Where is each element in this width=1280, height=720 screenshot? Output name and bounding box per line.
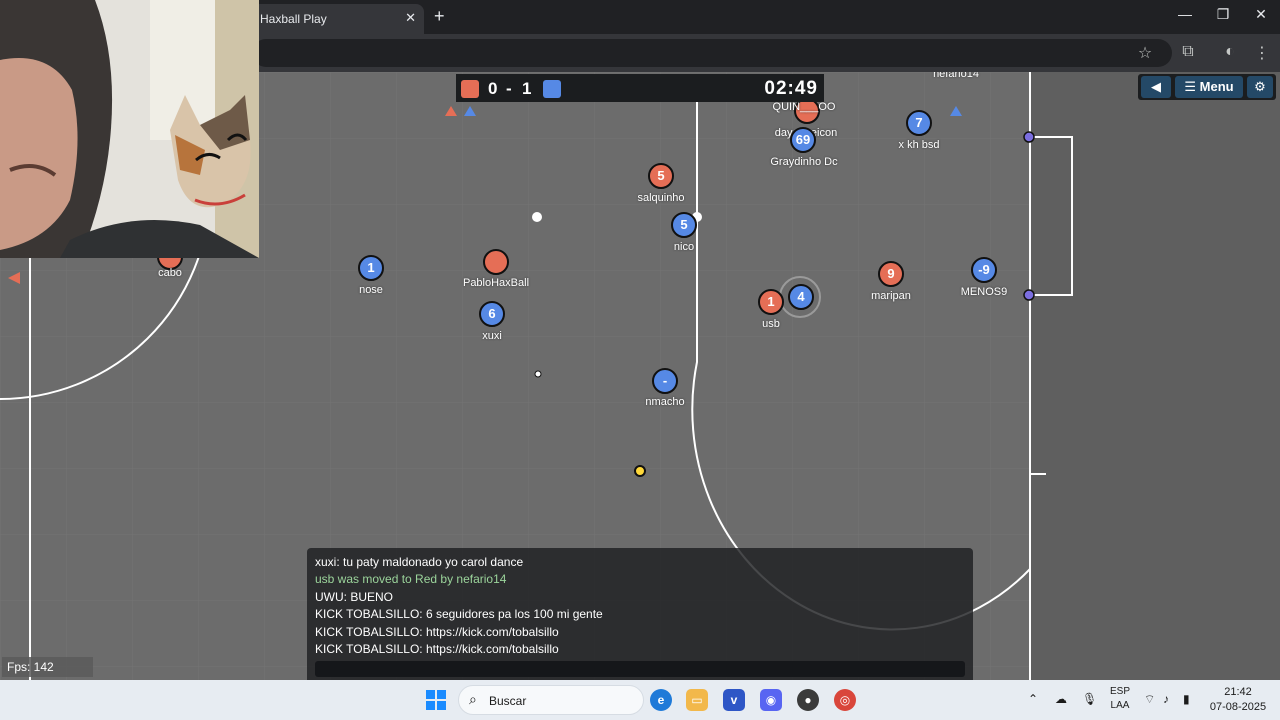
red-team-swatch xyxy=(461,80,479,98)
settings-icon[interactable]: ⚙ xyxy=(1247,76,1273,98)
edge-icon[interactable]: e xyxy=(650,689,672,711)
address-bar[interactable] xyxy=(252,39,1172,67)
clock-date[interactable]: 07-08-2025 xyxy=(1206,701,1270,713)
chat-message: KICK TOBALSILLO: https://kick.com/tobals… xyxy=(315,625,559,639)
chat-message: xuxi: tu paty maldonado yo carol dance xyxy=(315,555,524,569)
keyboard-layout[interactable]: LAA xyxy=(1108,700,1132,711)
player-name: x kh bsd xyxy=(898,139,940,151)
game-menu-bar: ◀ ☰ Menu ⚙ xyxy=(1138,74,1276,100)
player-name: PabloHaxBall xyxy=(462,277,530,289)
obs-icon[interactable]: ● xyxy=(797,689,819,711)
scoreboard: 0 - 1 02:49 xyxy=(456,74,824,102)
disc-white xyxy=(532,212,542,222)
chat-input[interactable] xyxy=(315,661,965,677)
minimize-button[interactable]: — xyxy=(1170,6,1200,22)
chat-panel: xuxi: tu paty maldonado yo carol dance u… xyxy=(307,548,973,680)
os-taskbar: ⌕ Buscar e ▭ v ◉ ● ◎ ⌃ ☁ 🎙 ESP LAA ⌔ ♪ ▮… xyxy=(0,680,1280,720)
battery-icon[interactable]: ▮ xyxy=(1183,692,1190,706)
score-separator: - xyxy=(506,79,512,98)
player-name: cabo xyxy=(158,267,182,279)
new-tab-button[interactable]: + xyxy=(434,6,445,27)
file-explorer-icon[interactable]: ▭ xyxy=(686,689,708,711)
tab-haxball[interactable]: Haxball Play ✕ xyxy=(252,4,424,34)
player-name: nefario14 xyxy=(933,72,979,80)
player-disc: 7 xyxy=(906,110,932,136)
player-disc: 1 xyxy=(358,255,384,281)
cloud-offline-icon[interactable]: ☁ xyxy=(1055,692,1067,706)
goal-post-top xyxy=(1023,131,1035,143)
language-indicator[interactable]: ESP xyxy=(1108,686,1132,697)
volume-icon[interactable]: ♪ xyxy=(1163,692,1169,706)
webcam-feed-image xyxy=(0,0,259,258)
bookmark-star-icon[interactable]: ☆ xyxy=(1135,43,1155,63)
chrome-icon[interactable]: ◎ xyxy=(834,689,856,711)
player-disc: 9 xyxy=(878,261,904,287)
back-icon[interactable]: ◀ xyxy=(1141,76,1171,98)
discord-icon[interactable]: ◉ xyxy=(760,689,782,711)
player-disc xyxy=(483,249,509,275)
player-name: Graydinho Dc xyxy=(770,156,838,168)
microphone-icon[interactable]: 🎙 xyxy=(1082,692,1097,706)
player-disc: -9 xyxy=(971,257,997,283)
fps-counter: Fps: 142 xyxy=(2,657,93,677)
tab-title: Haxball Play xyxy=(260,12,327,26)
show-hidden-icons-icon[interactable]: ⌃ xyxy=(1028,692,1038,706)
search-icon: ⌕ xyxy=(469,691,477,707)
disc-small xyxy=(534,370,542,378)
vivaldi-icon[interactable]: v xyxy=(723,689,745,711)
player-disc: 5 xyxy=(648,163,674,189)
ball xyxy=(634,465,646,477)
close-window-button[interactable]: ✕ xyxy=(1246,6,1276,23)
windows-start-icon[interactable] xyxy=(426,690,446,710)
chat-message: UWU: BUENO xyxy=(315,590,393,604)
player-disc: 69 xyxy=(790,127,816,153)
match-timer: 02:49 xyxy=(764,78,818,99)
tab-close-icon[interactable]: ✕ xyxy=(405,10,416,26)
more-menu-icon[interactable]: ⋮ xyxy=(1252,43,1272,63)
player-name: xuxi xyxy=(482,330,502,342)
score-red: 0 xyxy=(488,79,498,98)
player-name: salquinho xyxy=(637,192,685,204)
player-name: usb xyxy=(762,318,780,330)
player-disc: 4 xyxy=(788,284,814,310)
player-disc: - xyxy=(652,368,678,394)
player-name: MENOS9 xyxy=(960,286,1008,298)
chat-message: KICK TOBALSILLO: 6 seguidores pa los 100… xyxy=(315,607,603,621)
player-disc: 1 xyxy=(758,289,784,315)
player-name: nose xyxy=(359,284,383,296)
chat-message: KICK TOBALSILLO: https://kick.com/tobals… xyxy=(315,642,559,656)
wifi-icon[interactable]: ⌔ xyxy=(1144,692,1155,707)
chat-announcement: usb was moved to Red by nefario14 xyxy=(315,572,507,586)
player-name: nico xyxy=(673,241,695,253)
clock-time[interactable]: 21:42 xyxy=(1206,686,1270,698)
player-disc: 6 xyxy=(479,301,505,327)
taskbar-search[interactable]: ⌕ Buscar xyxy=(458,685,644,715)
player-name: maripan xyxy=(871,290,911,302)
profile-icon[interactable]: ◐ xyxy=(1220,43,1240,61)
player-name: QUIN___OO xyxy=(772,101,836,113)
score-blue: 1 xyxy=(522,79,532,98)
webcam-overlay xyxy=(0,0,259,258)
menu-button[interactable]: ☰ Menu xyxy=(1175,76,1243,98)
search-label: Buscar xyxy=(489,694,527,708)
goal-post-bottom xyxy=(1023,289,1035,301)
maximize-button[interactable]: ❐ xyxy=(1208,6,1238,23)
blue-team-swatch xyxy=(543,80,561,98)
extensions-icon[interactable]: ⧉ xyxy=(1178,43,1198,61)
player-disc: 5 xyxy=(671,212,697,238)
player-name: nmacho xyxy=(645,396,685,408)
